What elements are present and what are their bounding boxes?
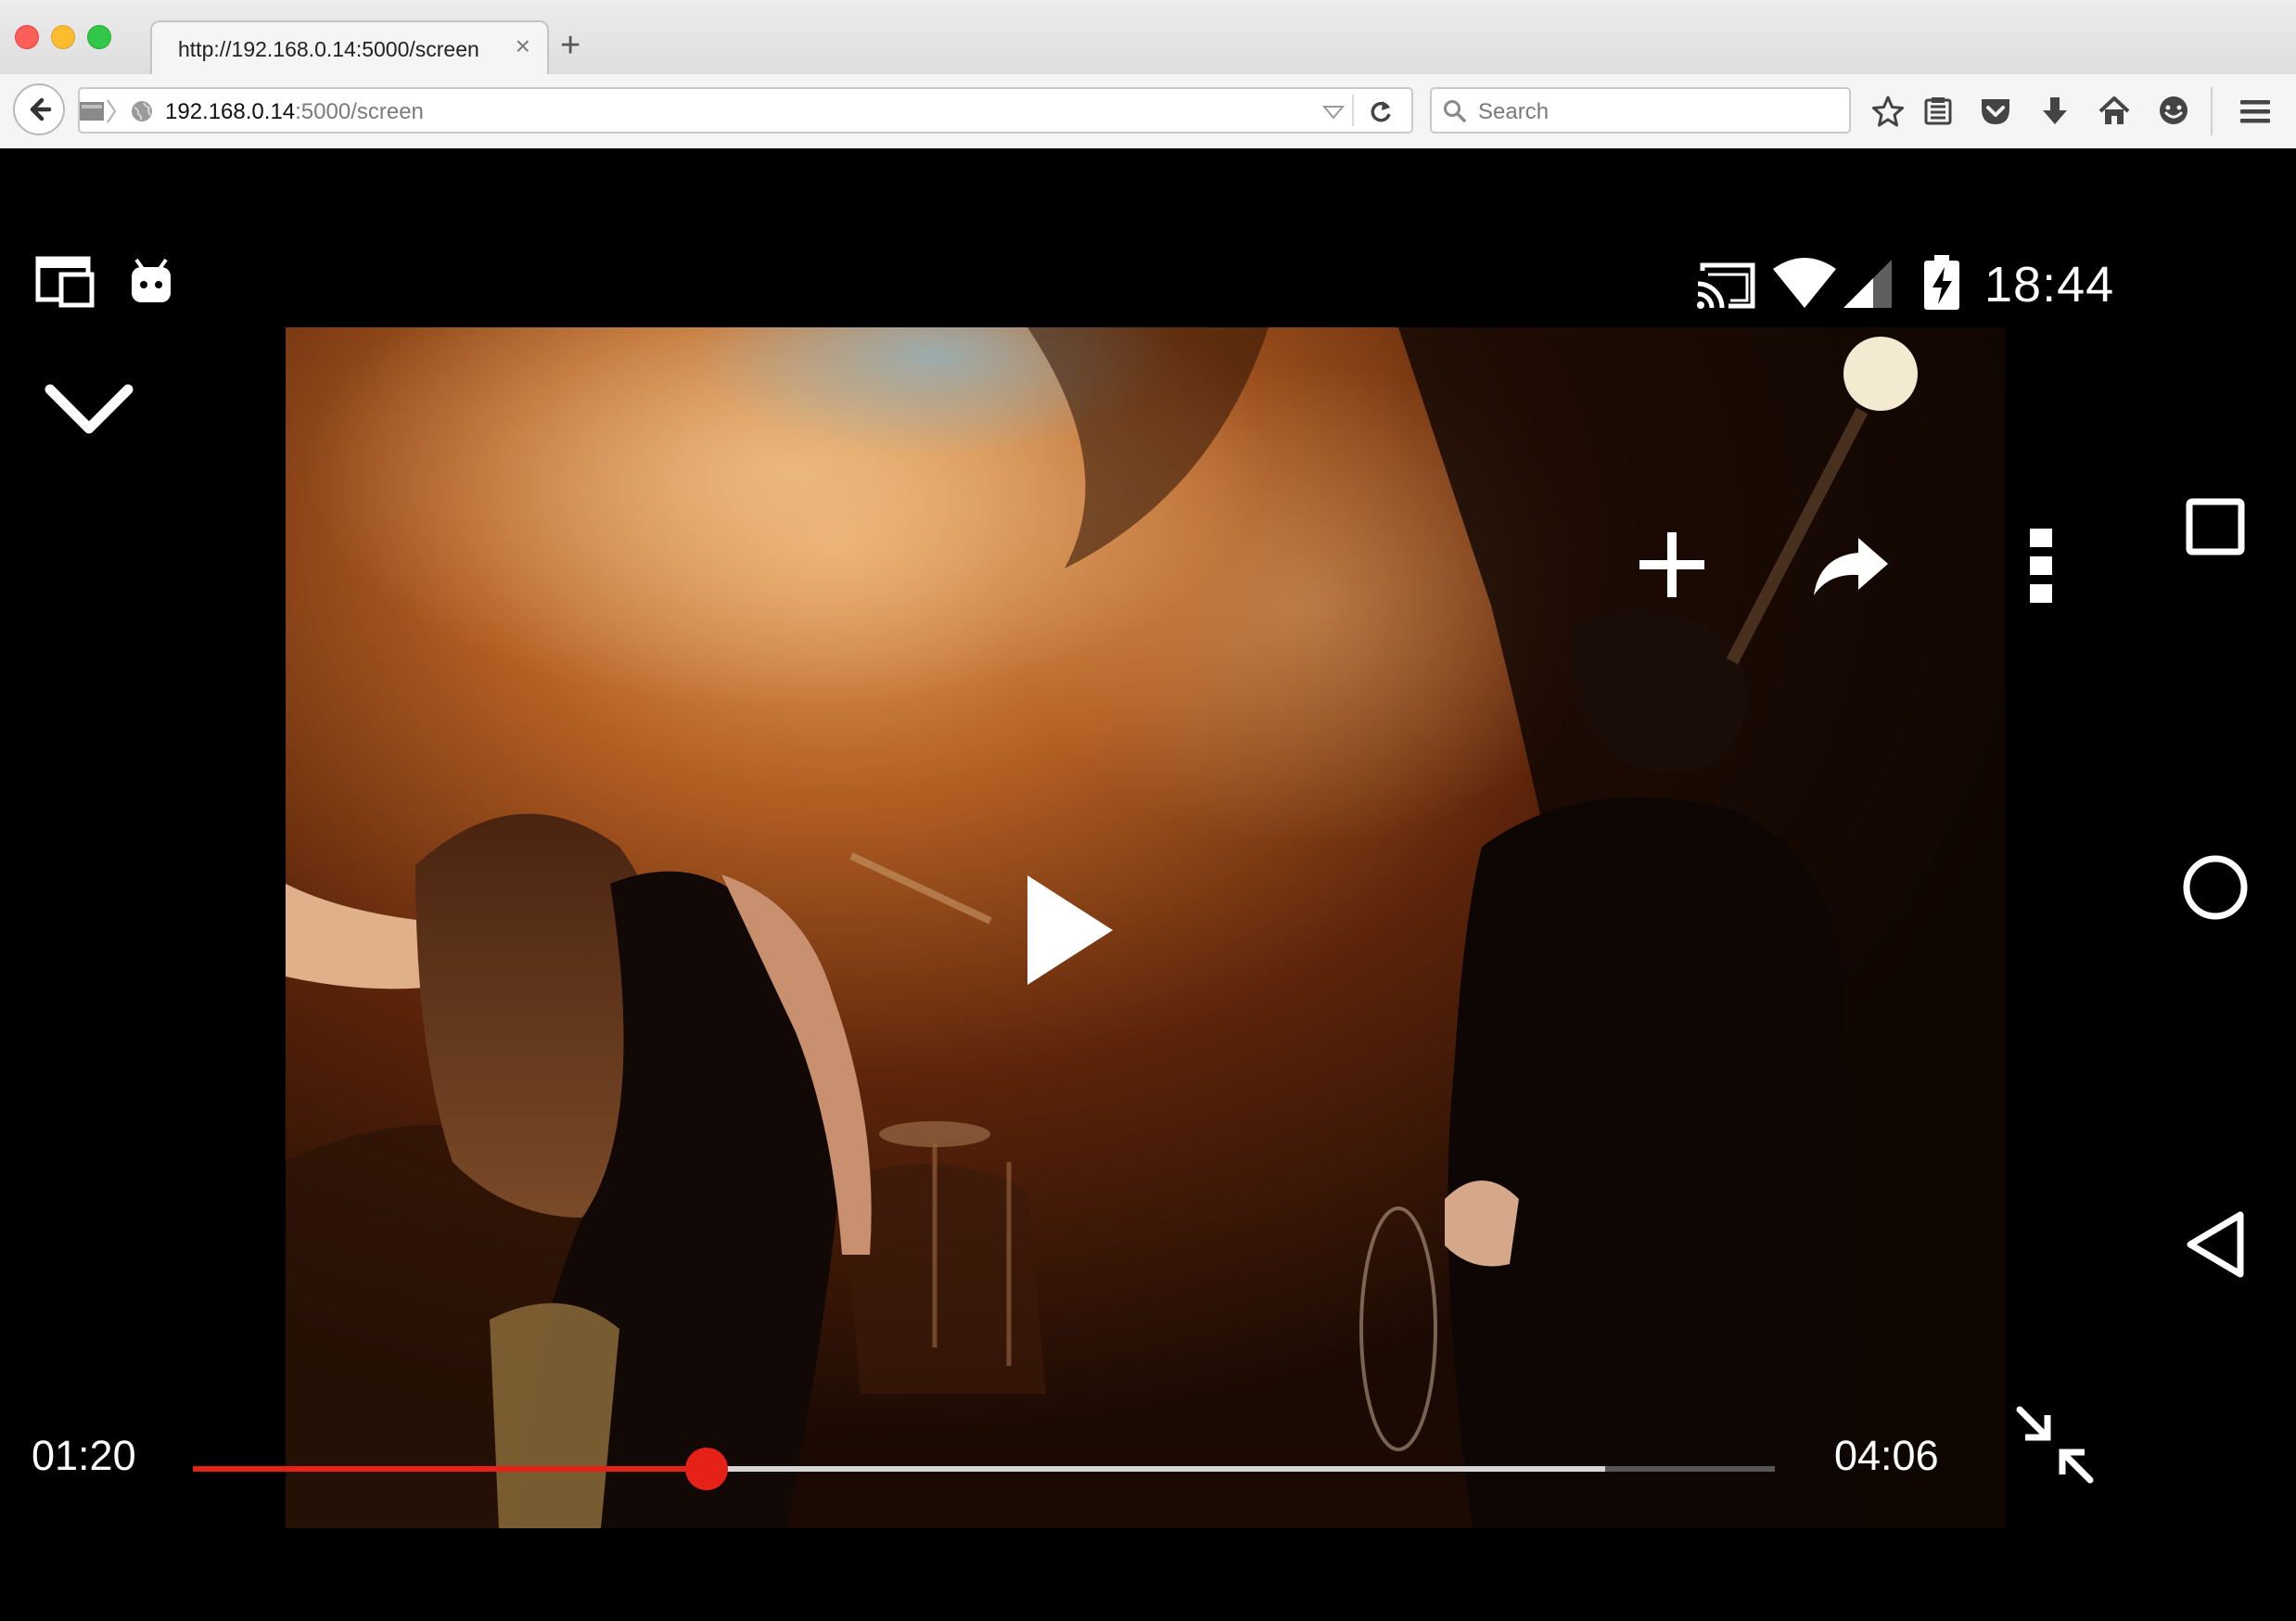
- status-time: 18:44: [1984, 256, 2114, 313]
- overflow-menu-icon[interactable]: [2027, 527, 2055, 605]
- exit-fullscreen-icon[interactable]: [2012, 1402, 2098, 1487]
- recents-icon[interactable]: [2185, 497, 2248, 558]
- hamburger-menu-icon: [2239, 97, 2271, 125]
- tab-strip: http://192.168.0.14:5000/screen × +: [0, 0, 2296, 74]
- downloads-button[interactable]: [2036, 93, 2073, 130]
- menu-button[interactable]: [2237, 93, 2274, 130]
- reading-list-icon: [1922, 96, 1954, 127]
- wifi-icon: [1771, 258, 1838, 310]
- android-screen: 18:44: [0, 148, 2296, 1621]
- home-icon: [2098, 96, 2130, 127]
- url-text: 192.168.0.14:5000/screen: [165, 99, 424, 125]
- seek-played: [193, 1466, 707, 1472]
- collapse-chevron-icon[interactable]: [43, 382, 135, 438]
- tab-groups-icon[interactable]: [80, 98, 117, 124]
- tab-close-button[interactable]: ×: [516, 33, 530, 59]
- url-host: 192.168.0.14: [165, 99, 295, 124]
- url-divider: [1352, 95, 1354, 126]
- navigation-toolbar: 192.168.0.14:5000/screen Search: [0, 74, 2296, 148]
- bookmark-star-button[interactable]: [1869, 93, 1907, 130]
- back-icon: [25, 96, 53, 123]
- close-window-button[interactable]: [15, 25, 39, 49]
- toolbar-divider: [2211, 87, 2213, 135]
- back-button[interactable]: [13, 83, 65, 135]
- url-bar[interactable]: 192.168.0.14:5000/screen: [78, 87, 1413, 134]
- minimize-window-button[interactable]: [51, 25, 75, 49]
- site-identity-icon[interactable]: [130, 99, 154, 123]
- add-to-playlist-icon[interactable]: [1636, 529, 1708, 601]
- reading-list-button[interactable]: [1920, 93, 1957, 130]
- play-icon[interactable]: [1024, 872, 1116, 989]
- video-frame[interactable]: [286, 327, 2005, 1528]
- cast-icon: [1695, 262, 1756, 310]
- signal-icon: [1842, 258, 1895, 310]
- pocket-icon: [1979, 96, 2012, 127]
- search-bar[interactable]: Search: [1430, 87, 1851, 134]
- download-icon: [2040, 96, 2070, 127]
- back-triangle-icon[interactable]: [2185, 1209, 2246, 1280]
- hello-icon: [2157, 95, 2190, 128]
- hello-button[interactable]: [2155, 93, 2192, 130]
- elapsed-time: 01:20: [32, 1432, 136, 1480]
- video-scene: [286, 327, 2005, 1528]
- new-tab-button[interactable]: +: [560, 28, 580, 63]
- home-circle-icon[interactable]: [2181, 853, 2250, 922]
- android-notification-icon: [128, 256, 174, 304]
- search-input[interactable]: Search: [1478, 99, 1549, 125]
- share-icon[interactable]: [1812, 534, 1890, 599]
- url-path: :5000/screen: [295, 99, 424, 124]
- seek-bar[interactable]: [193, 1452, 1775, 1489]
- browser-tab[interactable]: http://192.168.0.14:5000/screen ×: [150, 20, 549, 76]
- search-icon: [1443, 99, 1467, 123]
- bookmark-star-icon: [1871, 95, 1905, 128]
- browser-chrome: http://192.168.0.14:5000/screen × + 192.…: [0, 0, 2296, 150]
- battery-charging-icon: [1921, 254, 1962, 312]
- tab-title: http://192.168.0.14:5000/screen: [178, 37, 479, 62]
- multi-window-icon: [35, 256, 95, 308]
- reload-icon[interactable]: [1367, 97, 1395, 125]
- zoom-window-button[interactable]: [87, 25, 111, 49]
- url-dropdown-icon[interactable]: [1322, 104, 1345, 121]
- home-button[interactable]: [2096, 93, 2133, 130]
- duration-time: 04:06: [1834, 1432, 1939, 1480]
- seek-thumb[interactable]: [685, 1448, 728, 1490]
- pocket-button[interactable]: [1977, 93, 2014, 130]
